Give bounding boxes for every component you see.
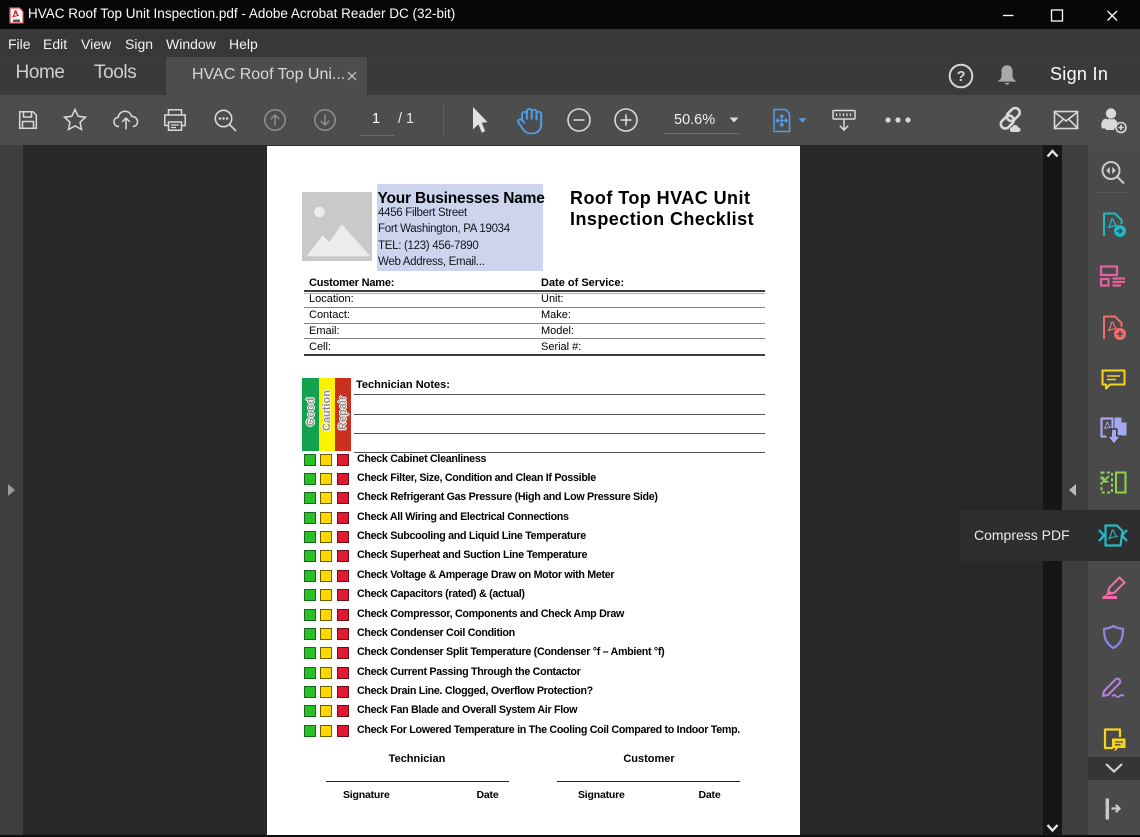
- svg-text:?: ?: [957, 69, 966, 85]
